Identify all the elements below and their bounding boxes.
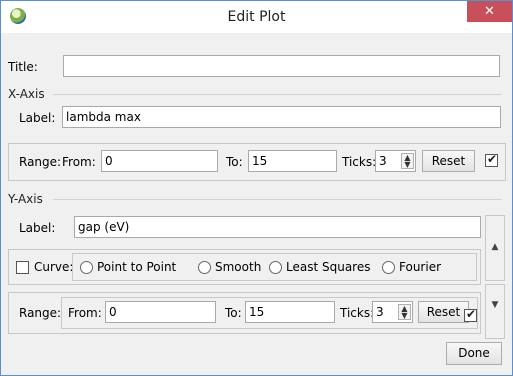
y-range-inner-group: From: To: Ticks: 3 ▲▼ Reset [61, 297, 478, 329]
close-icon: ✕ [484, 4, 495, 19]
scroll-down-icon: ▼ [491, 300, 499, 310]
x-range-panel: Range: From: To: Ticks: 3 ▲▼ Reset [8, 143, 506, 181]
option-point-to-point[interactable]: Point to Point [97, 260, 176, 274]
radio-point-to-point[interactable] [80, 261, 93, 274]
x-to-caption: To: [226, 155, 243, 169]
y-ticks-caption: Ticks: [340, 306, 375, 320]
x-ticks-spinner[interactable]: 3 ▲ ▼ [375, 150, 416, 172]
y-reset-button[interactable]: Reset [418, 301, 469, 323]
option-smooth[interactable]: Smooth [215, 260, 261, 274]
y-label-caption: Label: [19, 221, 56, 235]
title-label: Title: [8, 60, 38, 74]
x-auto-checkbox[interactable] [485, 152, 498, 167]
title-bar[interactable]: Edit Plot ✕ [1, 1, 512, 33]
radio-fourier[interactable] [382, 261, 395, 274]
close-button[interactable]: ✕ [467, 1, 512, 22]
x-axis-separator [53, 94, 502, 95]
scroll-down-button[interactable]: ▼ [485, 284, 505, 339]
y-ticks-value: 3 [376, 305, 384, 319]
window-title: Edit Plot [227, 9, 286, 25]
y-auto-checkbox[interactable] [464, 307, 477, 322]
scroll-up-icon: ▲ [491, 242, 499, 252]
y-range-panel: Range: From: To: Ticks: 3 ▲▼ Reset [8, 292, 481, 334]
x-range-caption: Range: [19, 155, 62, 169]
spinner-arrows-icon[interactable]: ▲ ▼ [401, 153, 414, 169]
y-to-input[interactable] [245, 301, 335, 323]
done-button[interactable]: Done [446, 342, 502, 365]
y-from-input[interactable] [105, 301, 216, 323]
x-to-input[interactable] [248, 150, 337, 172]
y-label-input[interactable] [74, 216, 481, 238]
x-reset-button[interactable]: Reset [422, 150, 475, 172]
scroll-up-button[interactable]: ▲ [485, 215, 505, 281]
y-curve-panel: Curve: Point to Point Smooth Least Squar… [8, 249, 481, 285]
option-least-squares[interactable]: Least Squares [286, 260, 370, 274]
y-to-caption: To: [225, 306, 242, 320]
radio-smooth[interactable] [198, 261, 211, 274]
x-ticks-caption: Ticks: [342, 155, 377, 169]
title-input[interactable] [63, 55, 500, 77]
x-from-caption: From: [62, 155, 96, 169]
x-from-input[interactable] [101, 150, 218, 172]
curve-checkbox[interactable] [16, 261, 29, 274]
y-from-caption: From: [68, 306, 102, 320]
x-label-caption: Label: [19, 111, 56, 125]
y-axis-separator [53, 199, 502, 200]
option-fourier[interactable]: Fourier [399, 260, 441, 274]
radio-least-squares[interactable] [269, 261, 282, 274]
edit-plot-dialog: Edit Plot ✕ Title: X-Axis Label: Range: … [0, 0, 513, 376]
curve-options-group: Point to Point Smooth Least Squares Four… [72, 253, 477, 281]
curve-caption: Curve: [34, 260, 74, 274]
x-label-input[interactable] [62, 106, 501, 128]
spinner-arrows-icon[interactable]: ▲ ▼ [398, 304, 411, 320]
y-axis-section-title: Y-Axis [8, 192, 46, 206]
x-axis-section-title: X-Axis [8, 87, 48, 101]
dialog-content: Title: X-Axis Label: Range: From: To: Ti… [8, 33, 506, 371]
y-ticks-spinner[interactable]: 3 ▲ ▼ [372, 301, 413, 323]
x-ticks-value: 3 [379, 154, 387, 168]
y-range-caption: Range: [19, 306, 62, 320]
